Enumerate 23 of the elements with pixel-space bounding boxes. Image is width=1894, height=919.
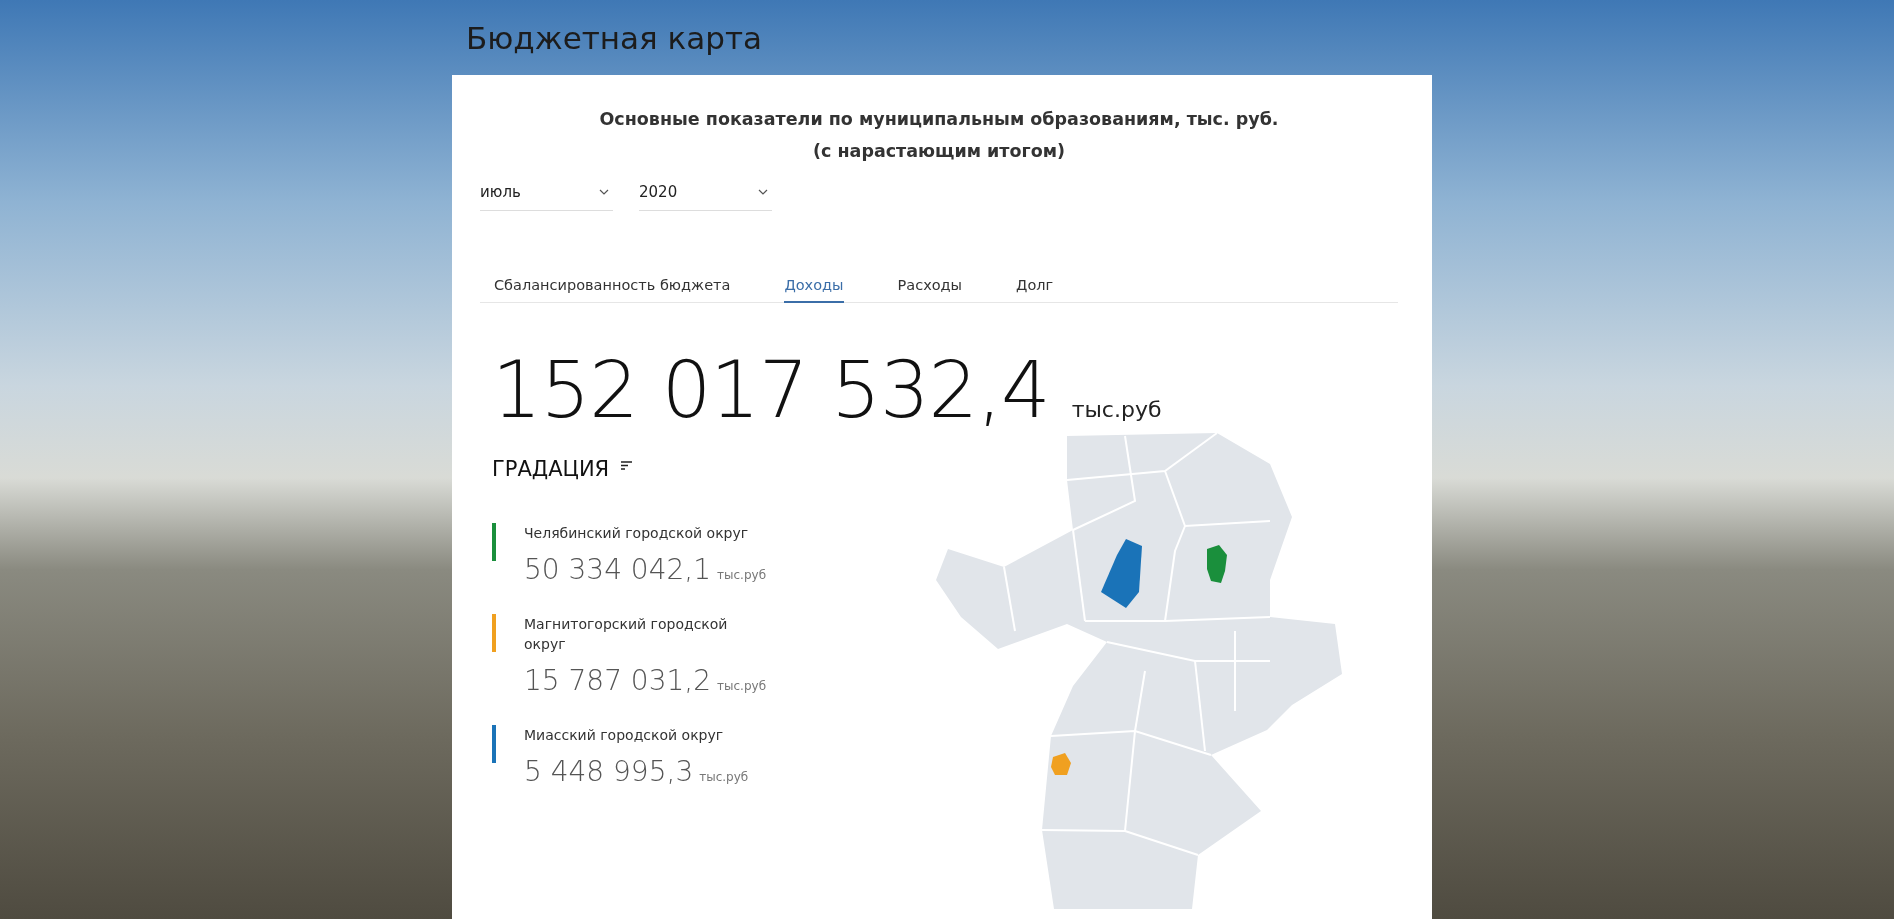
district-unit: тыс.руб [717,568,767,582]
sort-icon[interactable] [621,461,633,470]
total-amount: 152 017 532,4 [492,345,1050,435]
page-title: Бюджетная карта [465,18,764,58]
dropdown-select[interactable]: 2020 [639,177,772,211]
total-unit: тыс.руб [1071,397,1162,422]
district-unit: тыс.руб [699,770,749,784]
district-name: Магнитогорский городской округ [524,615,729,654]
district-name: Миасский городской округ [524,726,725,745]
district-unit: тыс.руб [717,679,767,693]
chevron-down-icon [599,189,609,195]
district-amount: 15 787 031,2 [524,664,712,697]
tab[interactable]: Расходы [897,277,963,303]
district-name: Челябинский городской округ [524,524,750,543]
district-amount: 50 334 042,1 [524,553,712,586]
dropdown-select[interactable]: июль [480,177,613,211]
card-heading: Основные показатели по муниципальным образованиям, тыс. руб. (с нарастающим итогом) [598,108,1280,163]
gradation-heading: ГРАДАЦИЯ [492,457,610,481]
district-amount: 5 448 995,3 [524,755,694,788]
tab[interactable]: Доходы [784,277,844,303]
tab[interactable]: Сбалансированность бюджета [494,277,731,303]
chevron-down-icon [758,189,768,195]
tab[interactable]: Долг [1016,277,1054,303]
